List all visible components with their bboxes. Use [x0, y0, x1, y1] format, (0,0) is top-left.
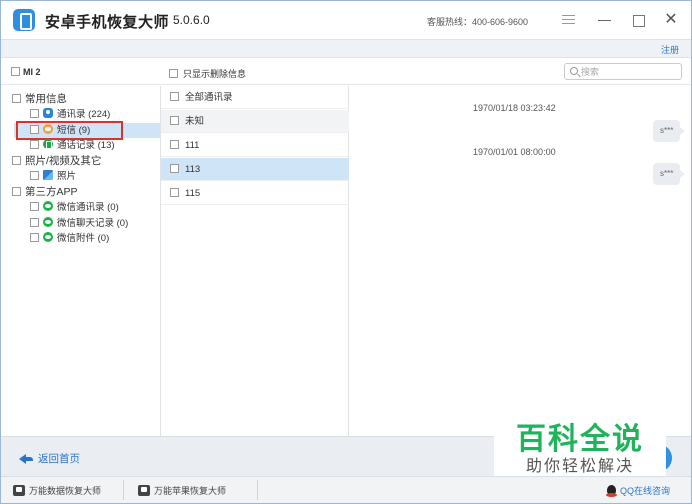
checkbox[interactable] — [170, 115, 179, 125]
only-deleted-checkbox[interactable] — [169, 69, 178, 79]
tree-item-photos[interactable]: 照片 — [30, 169, 76, 184]
checkbox[interactable] — [170, 91, 179, 101]
checkbox[interactable] — [12, 155, 21, 165]
bottom-bar: 万能数据恢复大师 万能苹果恢复大师 QQ在线咨询 — [1, 476, 691, 503]
message-timestamp: 1970/01/01 08:00:00 — [473, 147, 556, 157]
search-box[interactable] — [564, 63, 682, 80]
category-tree: 常用信息 通讯录 (224) 短信 (9) 通话记录 (13) 照片/视频及其它… — [1, 86, 161, 436]
back-home-label: 返回首页 — [38, 453, 80, 465]
device-checkbox[interactable] — [11, 67, 20, 77]
tree-item-label: 通话记录 (13) — [57, 140, 115, 151]
contacts-icon — [43, 108, 53, 119]
tree-item-label: 微信附件 (0) — [57, 233, 110, 244]
list-item-label: 111 — [185, 140, 200, 151]
message-panel: 1970/01/18 03:23:42 s*** 1970/01/01 08:0… — [349, 86, 691, 436]
tree-group-common[interactable]: 常用信息 — [12, 92, 67, 107]
divider — [257, 480, 258, 500]
tree-item-wechat-chats[interactable]: 微信聊天记录 (0) — [30, 216, 128, 231]
checkbox[interactable] — [170, 163, 179, 173]
message-timestamp: 1970/01/18 03:23:42 — [473, 103, 556, 113]
list-item-selected[interactable]: 113 — [161, 158, 349, 181]
app-version: 5.0.6.0 — [173, 13, 210, 27]
tree-group-media[interactable]: 照片/视频及其它 — [12, 154, 101, 169]
tree-item-label: 照片 — [57, 171, 77, 182]
message-bubble[interactable]: s*** — [653, 163, 686, 185]
watermark-subtitle: 助你轻松解决 — [525, 456, 634, 475]
list-item[interactable]: 111 — [161, 134, 349, 157]
checkbox[interactable] — [30, 201, 39, 211]
app-window: 安卓手机恢复大师 5.0.6.0 客服热线：400-606-9600 ✕ 注册 … — [0, 0, 692, 504]
hotline-text: 客服热线：400-606-9600 — [427, 17, 529, 27]
phone-icon — [43, 139, 53, 150]
close-icon[interactable]: ✕ — [663, 12, 679, 28]
contact-list: 全部通讯录 未知 111 113 115 — [161, 86, 349, 436]
data-recovery-link[interactable]: 万能数据恢复大师 — [13, 484, 101, 497]
checkbox[interactable] — [170, 187, 179, 197]
search-input[interactable] — [581, 65, 677, 78]
app-title: 安卓手机恢复大师 — [45, 14, 170, 31]
tree-item-contacts[interactable]: 通讯录 (224) — [30, 107, 110, 122]
maximize-icon[interactable] — [631, 12, 647, 28]
list-item-label: 115 — [185, 188, 201, 199]
title-bar: 安卓手机恢复大师 5.0.6.0 客服热线：400-606-9600 ✕ — [1, 1, 691, 39]
list-item-label: 113 — [185, 164, 201, 175]
photo-icon — [43, 170, 53, 181]
tree-item-label: 微信聊天记录 (0) — [57, 218, 129, 229]
search-icon — [570, 67, 578, 75]
apple-recovery-link[interactable]: 万能苹果恢复大师 — [138, 484, 226, 497]
back-home-button[interactable]: 返回首页 — [19, 451, 80, 466]
tree-group-label: 照片/视频及其它 — [25, 155, 102, 167]
toolbar: MI 2 只显示删除信息 — [1, 58, 691, 85]
checkbox[interactable] — [30, 217, 39, 227]
tree-group-label: 第三方APP — [25, 186, 78, 198]
minimize-icon[interactable] — [597, 12, 613, 28]
qq-penguin-icon — [606, 484, 617, 497]
wechat-icon — [43, 232, 53, 243]
qq-support-link[interactable]: QQ在线咨询 — [606, 484, 670, 497]
watermark: 百科全说 助你轻松解决 — [494, 410, 666, 482]
app-logo-icon — [13, 9, 35, 31]
device-name: MI 2 — [23, 67, 41, 77]
checkbox[interactable] — [30, 170, 39, 180]
checkbox[interactable] — [12, 186, 21, 196]
link-label: 万能数据恢复大师 — [29, 486, 102, 496]
tree-item-wechat-attachments[interactable]: 微信附件 (0) — [30, 231, 109, 246]
tree-item-label: 通讯录 (224) — [57, 109, 111, 120]
register-link[interactable]: 注册 — [661, 43, 679, 56]
link-label: 万能苹果恢复大师 — [154, 486, 227, 496]
tree-group-third-party[interactable]: 第三方APP — [12, 185, 78, 200]
list-item[interactable]: 未知 — [161, 110, 349, 133]
tree-item-call-log[interactable]: 通话记录 (13) — [30, 138, 115, 153]
list-item-label: 未知 — [185, 116, 205, 127]
tree-item-wechat-contacts[interactable]: 微信通讯录 (0) — [30, 200, 119, 215]
only-deleted-filter[interactable]: 只显示删除信息 — [169, 67, 246, 80]
tree-group-label: 常用信息 — [25, 93, 67, 105]
only-deleted-label: 只显示删除信息 — [183, 69, 247, 79]
list-item-label: 全部通讯录 — [185, 92, 233, 103]
tree-item-label: 微信通讯录 (0) — [57, 202, 119, 213]
apple-icon — [138, 485, 150, 497]
wechat-icon — [43, 217, 53, 228]
menu-icon[interactable] — [561, 12, 577, 28]
list-item[interactable]: 全部通讯录 — [161, 86, 349, 109]
wechat-icon — [43, 201, 53, 212]
back-arrow-icon — [19, 453, 33, 464]
device-selector[interactable]: MI 2 — [11, 67, 41, 77]
checkbox[interactable] — [30, 232, 39, 242]
sub-header: 注册 — [1, 39, 691, 58]
checkbox[interactable] — [30, 108, 39, 118]
divider — [123, 480, 124, 500]
app-icon — [13, 485, 25, 497]
link-label: QQ在线咨询 — [620, 486, 671, 496]
checkbox[interactable] — [30, 139, 39, 149]
checkbox[interactable] — [12, 93, 21, 103]
message-bubble[interactable]: s*** — [653, 120, 686, 142]
checkbox[interactable] — [170, 139, 179, 149]
list-item[interactable]: 115 — [161, 182, 349, 205]
